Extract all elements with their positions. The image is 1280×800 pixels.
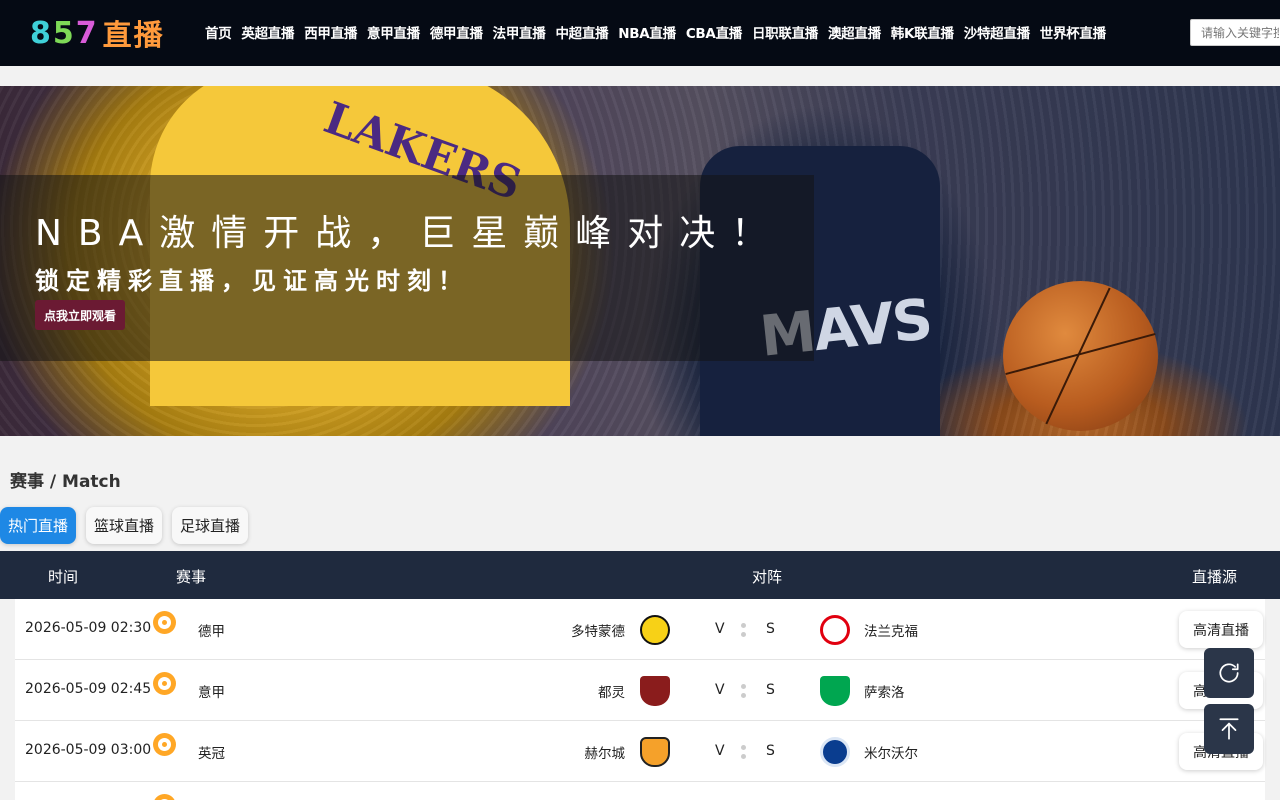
nav-k-league[interactable]: 韩K联直播 bbox=[891, 22, 954, 42]
match-time: 2026-05-09 02:45 bbox=[25, 681, 152, 697]
football-icon bbox=[153, 672, 176, 695]
nav-world-cup[interactable]: 世界杯直播 bbox=[1040, 22, 1106, 42]
refresh-button[interactable] bbox=[1204, 648, 1254, 698]
table-row: 2026-05-09 03:00 英冠 赫尔城 V S 米尔沃尔 高清直播 bbox=[15, 721, 1265, 782]
match-tabs: 热门直播 篮球直播 足球直播 bbox=[0, 507, 249, 544]
away-team: 米尔沃尔 bbox=[864, 746, 918, 762]
logo-digit-1: 8 bbox=[30, 15, 53, 51]
table-row bbox=[15, 782, 1265, 800]
banner-headline: NBA激情开战，巨星巅峰对决！ bbox=[35, 213, 784, 254]
table-header: 时间 赛事 对阵 直播源 bbox=[0, 551, 1280, 599]
away-team: 法兰克福 bbox=[864, 624, 918, 640]
tab-hot-live[interactable]: 热门直播 bbox=[0, 507, 77, 544]
main-nav: 首页 英超直播 西甲直播 意甲直播 德甲直播 法甲直播 中超直播 NBA直播 C… bbox=[205, 22, 1116, 42]
hd-live-button[interactable]: 高清直播 bbox=[1179, 611, 1263, 648]
match-league[interactable]: 意甲 bbox=[198, 681, 225, 701]
versus-v: V bbox=[715, 682, 725, 698]
match-time: 2026-05-09 02:30 bbox=[25, 620, 152, 636]
tab-football-live[interactable]: 足球直播 bbox=[172, 507, 249, 544]
football-icon bbox=[153, 611, 176, 634]
nav-csl[interactable]: 中超直播 bbox=[555, 22, 608, 42]
score-separator bbox=[741, 745, 746, 759]
away-team: 萨索洛 bbox=[864, 685, 905, 701]
match-time: 2026-05-09 03:00 bbox=[25, 742, 152, 758]
away-team-logo bbox=[820, 737, 850, 767]
nav-ligue-1[interactable]: 法甲直播 bbox=[493, 22, 546, 42]
versus-s: S bbox=[766, 743, 775, 759]
home-team: 多特蒙德 bbox=[571, 624, 625, 640]
nav-la-liga[interactable]: 西甲直播 bbox=[304, 22, 357, 42]
nav-saudi-league[interactable]: 沙特超直播 bbox=[964, 22, 1030, 42]
home-team: 赫尔城 bbox=[584, 746, 626, 762]
tab-basketball-live[interactable]: 篮球直播 bbox=[86, 507, 163, 544]
table-row: 2026-05-09 02:30 德甲 多特蒙德 V S 法兰克福 高清直播 bbox=[15, 599, 1265, 660]
site-logo[interactable]: 8 5 7 直播 bbox=[30, 14, 165, 53]
hero-banner[interactable]: LAKERS MAVS NBA激情开战，巨星巅峰对决！ 锁定精彩直播，见证高光时… bbox=[0, 86, 1280, 436]
nav-serie-a[interactable]: 意甲直播 bbox=[367, 22, 420, 42]
match-league[interactable]: 英冠 bbox=[198, 742, 225, 762]
header-matchup: 对阵 bbox=[752, 568, 783, 586]
header-source: 直播源 bbox=[1192, 568, 1238, 586]
nav-a-league[interactable]: 澳超直播 bbox=[828, 22, 881, 42]
score-separator bbox=[741, 684, 746, 698]
table-row: 2026-05-09 02:45 意甲 都灵 V S 萨索洛 高清直播 bbox=[15, 660, 1265, 721]
versus-s: S bbox=[766, 682, 775, 698]
nav-cba[interactable]: CBA直播 bbox=[686, 22, 742, 42]
refresh-icon bbox=[1219, 663, 1239, 683]
versus-v: V bbox=[715, 743, 725, 759]
search-input[interactable] bbox=[1190, 19, 1280, 46]
nav-nba[interactable]: NBA直播 bbox=[618, 22, 676, 42]
away-team-logo bbox=[820, 615, 850, 645]
match-list: 2026-05-09 02:30 德甲 多特蒙德 V S 法兰克福 高清直播 2… bbox=[15, 599, 1265, 800]
back-to-top-button[interactable] bbox=[1204, 704, 1254, 754]
header-league: 赛事 bbox=[176, 568, 207, 586]
section-title: 赛事 / Match bbox=[10, 472, 121, 492]
nav-bundesliga[interactable]: 德甲直播 bbox=[430, 22, 483, 42]
nav-home[interactable]: 首页 bbox=[205, 22, 232, 42]
football-icon bbox=[153, 733, 176, 756]
header-time: 时间 bbox=[48, 568, 79, 586]
banner-subheadline: 锁定精彩直播，见证高光时刻！ bbox=[35, 267, 469, 295]
football-icon bbox=[153, 794, 176, 800]
home-team-logo bbox=[640, 615, 670, 645]
score-separator bbox=[741, 623, 746, 637]
home-team-logo bbox=[640, 737, 670, 767]
versus-v: V bbox=[715, 621, 725, 637]
logo-text: 直播 bbox=[102, 18, 165, 52]
basketball-image bbox=[1003, 281, 1158, 431]
top-navbar: 8 5 7 直播 首页 英超直播 西甲直播 意甲直播 德甲直播 法甲直播 中超直… bbox=[0, 0, 1280, 66]
home-team-logo bbox=[640, 676, 670, 706]
versus-s: S bbox=[766, 621, 775, 637]
back-to-top-icon bbox=[1219, 718, 1239, 740]
nav-j-league[interactable]: 日职联直播 bbox=[752, 22, 818, 42]
logo-digit-2: 5 bbox=[52, 15, 76, 51]
match-league[interactable]: 德甲 bbox=[198, 620, 225, 640]
home-team: 都灵 bbox=[598, 685, 625, 701]
away-team-logo bbox=[820, 676, 850, 706]
nav-premier-league[interactable]: 英超直播 bbox=[241, 22, 294, 42]
logo-digit-3: 7 bbox=[75, 15, 99, 51]
watch-now-button[interactable]: 点我立即观看 bbox=[35, 300, 126, 330]
